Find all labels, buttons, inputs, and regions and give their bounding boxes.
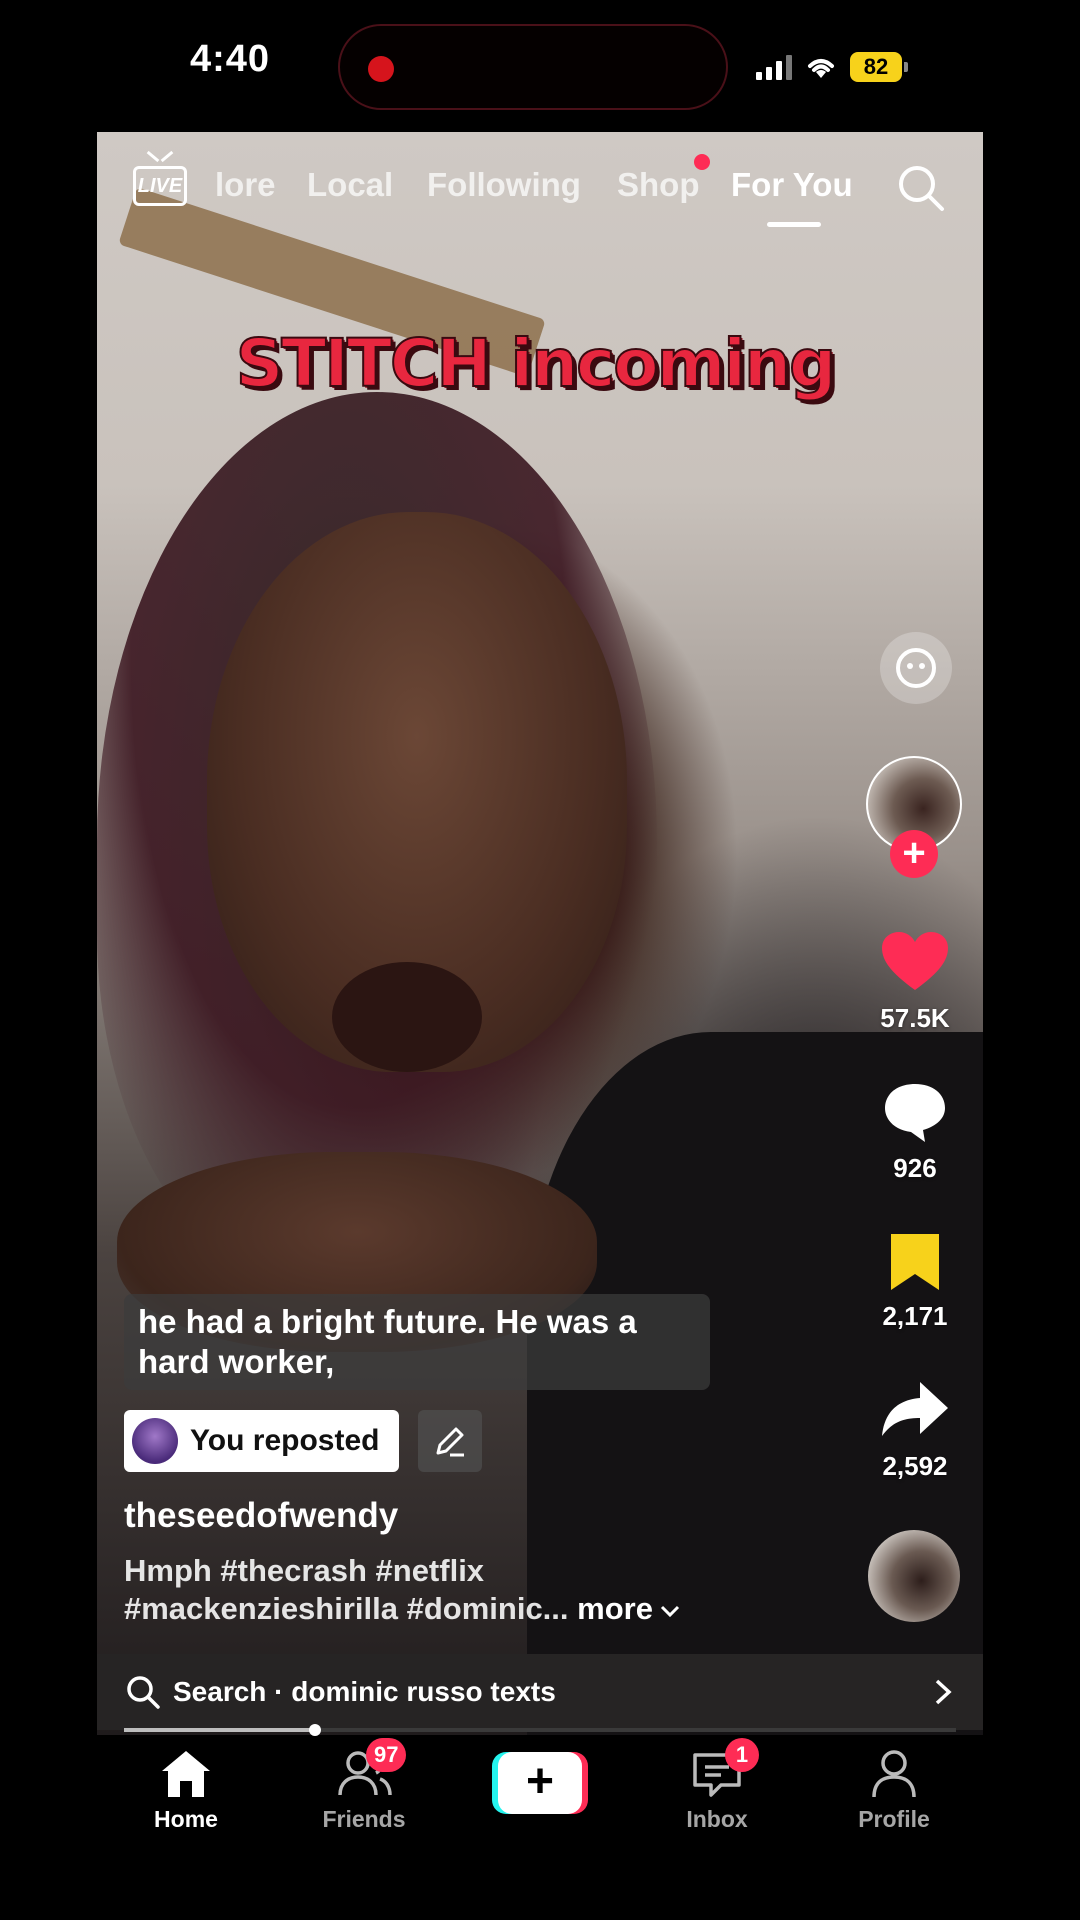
status-indicators: 82 <box>756 48 908 86</box>
comment-icon <box>885 1084 945 1142</box>
home-icon <box>162 1751 210 1797</box>
post-description[interactable]: Hmph #thecrash #netflix #mackenzieshiril… <box>124 1552 764 1628</box>
tab-following[interactable]: Following <box>427 166 581 204</box>
repost-avatar <box>132 1418 178 1464</box>
search-icon <box>127 1676 160 1709</box>
comment-action[interactable]: 926 <box>860 1080 970 1184</box>
chevron-right-icon <box>935 1679 952 1705</box>
tab-friends[interactable]: Friends 97 <box>284 1738 444 1833</box>
tab-friends-label: Friends <box>322 1806 406 1832</box>
share-count: 2,592 <box>882 1451 948 1481</box>
create-button[interactable]: + <box>492 1752 588 1814</box>
battery-indicator: 82 <box>850 52 908 82</box>
tab-profile-label: Profile <box>858 1806 930 1832</box>
repost-label: You reposted <box>190 1424 380 1457</box>
tab-inbox-label: Inbox <box>686 1806 748 1832</box>
video-progress-bar[interactable] <box>124 1724 956 1736</box>
tab-home-label: Home <box>154 1806 218 1832</box>
bookmark-icon <box>891 1234 939 1290</box>
repost-badge[interactable]: You reposted <box>124 1410 400 1472</box>
top-navigation: LIVE lore Local Following Shop For You <box>97 150 983 230</box>
edit-repost-button[interactable] <box>418 1410 482 1472</box>
shop-notification-dot <box>694 154 710 170</box>
search-suggestion-text: Search · dominic russo texts <box>173 1676 556 1707</box>
video-subject-mouth <box>332 962 482 1072</box>
tab-for-you[interactable]: For You <box>731 166 853 204</box>
more-button[interactable]: more <box>577 1591 681 1626</box>
creator-username[interactable]: theseedofwendy <box>124 1496 398 1536</box>
plus-icon: + <box>498 1752 582 1814</box>
video-sticker-text: STITCH incoming <box>235 324 837 403</box>
tab-profile[interactable]: Profile <box>814 1744 974 1833</box>
tab-home[interactable]: Home <box>106 1744 266 1833</box>
follow-button[interactable]: + <box>890 830 938 878</box>
chevron-down-icon <box>660 1605 680 1618</box>
cellular-signal-icon <box>756 54 792 80</box>
inbox-badge: 1 <box>725 1738 759 1772</box>
active-tab-indicator <box>767 222 821 227</box>
comment-count: 926 <box>893 1153 937 1183</box>
tab-shop[interactable]: Shop <box>617 166 699 204</box>
save-action[interactable]: 2,171 <box>860 1232 970 1332</box>
pencil-icon <box>436 1427 464 1457</box>
search-suggestion-bar[interactable]: Search · dominic russo texts <box>97 1654 983 1730</box>
tab-inbox[interactable]: Inbox 1 <box>637 1738 797 1833</box>
tab-explore[interactable]: lore <box>215 166 276 204</box>
save-count: 2,171 <box>882 1301 948 1331</box>
live-button[interactable]: LIVE <box>133 166 187 206</box>
dynamic-island <box>338 24 728 110</box>
wifi-icon <box>808 59 834 78</box>
video-progress-fill <box>124 1728 316 1732</box>
friends-badge: 97 <box>366 1738 407 1772</box>
status-time: 4:40 <box>190 38 271 80</box>
like-count: 57.5K <box>880 1003 950 1033</box>
heart-icon <box>882 932 948 990</box>
face-icon <box>896 648 936 688</box>
like-action[interactable]: 57.5K <box>860 930 970 1034</box>
share-icon <box>882 1382 948 1436</box>
share-action[interactable]: 2,592 <box>860 1378 970 1482</box>
profile-icon <box>872 1750 916 1798</box>
music-disc[interactable] <box>868 1530 960 1622</box>
screen-recording-indicator <box>368 56 394 82</box>
description-text: Hmph #thecrash #netflix #mackenzieshiril… <box>124 1553 569 1626</box>
ai-assistant-button[interactable] <box>880 632 952 704</box>
search-icon[interactable] <box>895 162 947 214</box>
video-subtitle: he had a bright future. He was a hard wo… <box>124 1294 710 1390</box>
tab-local[interactable]: Local <box>307 166 393 204</box>
